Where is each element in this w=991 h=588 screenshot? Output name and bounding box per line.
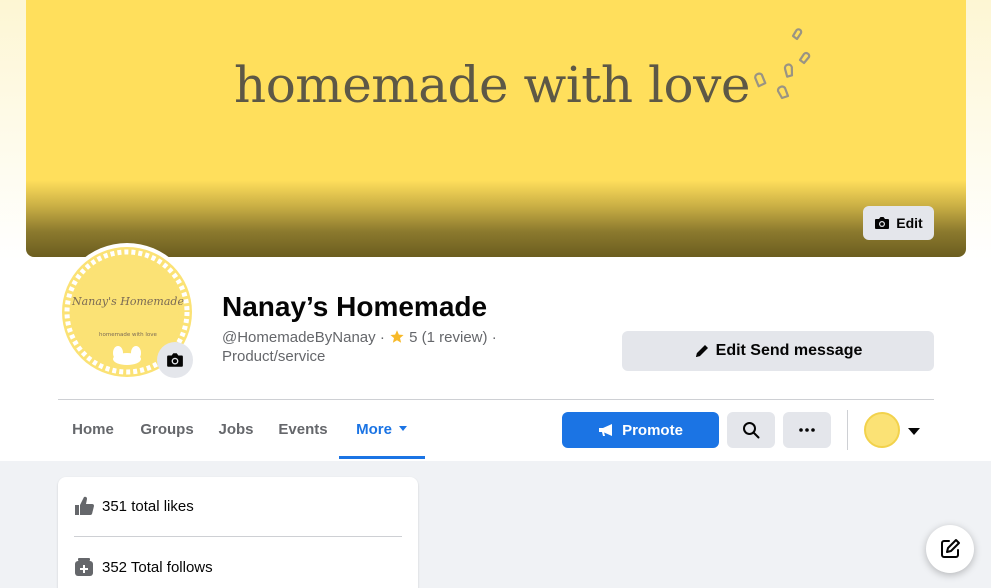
cover-text: homemade with love bbox=[234, 56, 750, 114]
cover-photo[interactable]: homemade with love Edit bbox=[26, 0, 966, 257]
page-header-section: homemade with love Edit Nanay's Homemade… bbox=[0, 0, 991, 461]
new-message-button[interactable] bbox=[926, 525, 974, 573]
total-likes-row: 351 total likes bbox=[74, 496, 194, 516]
camera-icon bbox=[875, 217, 890, 229]
compose-icon bbox=[941, 539, 960, 558]
page-meta: @HomemadeByNanay · 5 (1 review) · Produc… bbox=[222, 328, 522, 366]
hearts-icon bbox=[754, 28, 811, 100]
star-icon bbox=[390, 330, 404, 343]
edit-send-message-button[interactable]: Edit Send message bbox=[622, 331, 934, 371]
total-follows: 352 Total follows bbox=[102, 558, 213, 576]
thumbs-up-icon bbox=[75, 496, 94, 516]
tab-label: Groups bbox=[140, 420, 194, 438]
switch-profile-caret[interactable] bbox=[907, 424, 921, 438]
tab-more[interactable]: More bbox=[339, 399, 425, 459]
more-options-button[interactable] bbox=[783, 412, 831, 448]
tab-events[interactable]: Events bbox=[270, 399, 336, 459]
meta-separator: · bbox=[491, 329, 497, 346]
switch-profile-avatar[interactable] bbox=[864, 412, 900, 448]
tab-jobs[interactable]: Jobs bbox=[208, 399, 264, 459]
edit-cover-label: Edit bbox=[896, 215, 923, 231]
page-rating[interactable]: 5 (1 review) bbox=[409, 329, 487, 346]
page-title: Nanay’s Homemade bbox=[222, 291, 488, 322]
total-likes: 351 total likes bbox=[102, 497, 194, 515]
logo-tagline: homemade with love bbox=[99, 332, 158, 338]
meta-separator: · bbox=[379, 329, 385, 346]
send-message-label: Edit Send message bbox=[715, 342, 863, 359]
intro-card: 351 total likes 352 Total follows bbox=[58, 477, 418, 588]
tab-label: Events bbox=[278, 420, 328, 438]
promote-button[interactable]: Promote bbox=[562, 412, 719, 448]
tab-label: Home bbox=[72, 420, 114, 438]
edit-cover-button[interactable]: Edit bbox=[863, 206, 934, 240]
logo-title: Nanay's Homemade bbox=[71, 295, 184, 308]
update-profile-picture-button[interactable] bbox=[157, 342, 193, 378]
tab-label: Jobs bbox=[218, 420, 254, 438]
tab-home[interactable]: Home bbox=[58, 399, 128, 459]
total-follows-row: 352 Total follows bbox=[74, 557, 213, 577]
follow-icon bbox=[75, 558, 93, 576]
ellipsis-icon bbox=[799, 428, 815, 432]
tab-groups[interactable]: Groups bbox=[132, 399, 202, 459]
caret-down-icon bbox=[398, 426, 407, 431]
pencil-icon bbox=[695, 345, 708, 357]
caret-down-icon bbox=[908, 427, 920, 435]
page-handle[interactable]: @HomemadeByNanay bbox=[222, 329, 376, 346]
megaphone-icon bbox=[599, 424, 613, 436]
search-icon bbox=[743, 422, 760, 439]
camera-icon bbox=[167, 353, 183, 367]
tab-label: More bbox=[356, 420, 392, 438]
page-category: Product/service bbox=[222, 348, 326, 365]
promote-label: Promote bbox=[622, 421, 683, 439]
search-button[interactable] bbox=[727, 412, 775, 448]
actions-separator bbox=[847, 410, 848, 450]
intro-divider bbox=[74, 536, 402, 537]
